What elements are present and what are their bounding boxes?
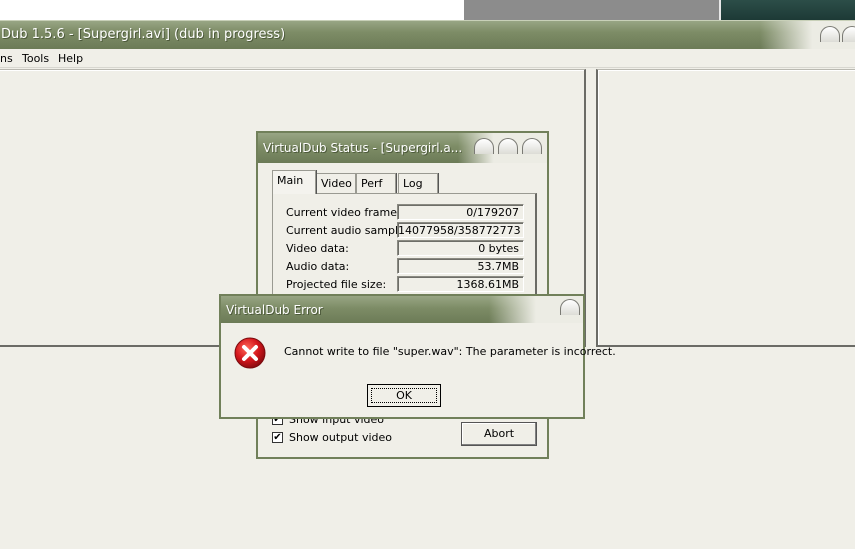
current-audio-sample-value: 14077958/358772773: [397, 222, 524, 238]
background-window-strip: [0, 0, 464, 20]
status-dialog-title: VirtualDub Status - [Supergirl.a...: [263, 141, 463, 155]
abort-button[interactable]: Abort: [461, 422, 537, 446]
title-bar-fade: [760, 21, 855, 49]
current-audio-sample-label: Current audio sample:: [286, 224, 409, 237]
menu-help[interactable]: Help: [58, 52, 83, 65]
close-button[interactable]: [522, 138, 542, 154]
maximize-button[interactable]: [498, 138, 518, 154]
minimize-button[interactable]: [820, 26, 840, 42]
show-output-video-checkbox[interactable]: ✔: [272, 432, 283, 443]
main-window-title: Dub 1.5.6 - [Supergirl.avi] (dub in prog…: [1, 27, 286, 42]
audio-data-label: Audio data:: [286, 260, 350, 273]
video-data-value: 0 bytes: [397, 240, 524, 256]
minimize-button[interactable]: [474, 138, 494, 154]
video-data-label: Video data:: [286, 242, 349, 255]
background-window-strip-gray: [464, 0, 719, 20]
audio-data-value: 53.7MB: [397, 258, 524, 274]
projected-file-size-value: 1368.61MB: [397, 276, 524, 292]
output-video-pane: [596, 69, 855, 347]
menu-tools[interactable]: Tools: [22, 52, 49, 65]
ok-button-label: OK: [371, 388, 437, 403]
close-button[interactable]: [560, 299, 580, 315]
ok-button[interactable]: OK: [367, 384, 441, 407]
error-icon: [234, 337, 266, 369]
background-window-strip-teal: [721, 0, 855, 20]
maximize-button[interactable]: [842, 26, 855, 42]
tab-log[interactable]: Log: [398, 173, 438, 193]
current-video-frame-value: 0/179207: [397, 204, 524, 220]
menu-bar: [0, 49, 855, 68]
tab-video[interactable]: Video: [316, 173, 356, 193]
menu-options[interactable]: ns: [0, 52, 13, 65]
show-output-video-label: Show output video: [289, 431, 393, 444]
tab-perf[interactable]: Perf: [356, 173, 396, 193]
projected-file-size-label: Projected file size:: [286, 278, 387, 291]
tab-main[interactable]: Main: [272, 170, 316, 194]
error-dialog-title: VirtualDub Error: [226, 303, 323, 317]
error-message: Cannot write to file "super.wav": The pa…: [284, 345, 616, 358]
current-video-frame-label: Current video frame:: [286, 206, 401, 219]
error-dialog: VirtualDub Error Cannot write to file "s…: [219, 294, 616, 419]
